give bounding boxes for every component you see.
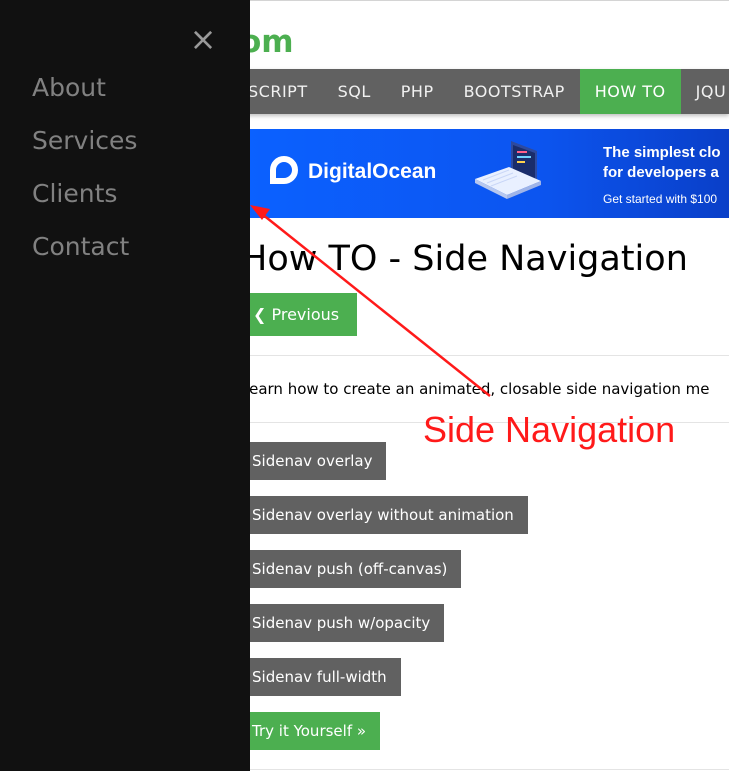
previous-button[interactable]: ❮ Previous — [245, 293, 357, 336]
page: om SCRIPT SQL PHP BOOTSTRAP HOW TO JQU D… — [0, 0, 729, 771]
nav-item-javascript[interactable]: SCRIPT — [240, 69, 323, 114]
ad-banner[interactable]: DigitalOcean The simplest clo for develo… — [248, 129, 729, 218]
sidenav-overlay-no-animation-button[interactable]: Sidenav overlay without animation — [245, 496, 528, 534]
sidenav-full-width-button[interactable]: Sidenav full-width — [245, 658, 401, 696]
top-border — [250, 0, 729, 1]
sidenav-overlay-button[interactable]: Sidenav overlay — [245, 442, 387, 480]
intro-text: Learn how to create an animated, closabl… — [241, 380, 710, 398]
divider — [250, 769, 729, 770]
laptop-illustration-icon — [475, 141, 541, 199]
ad-headline: The simplest clo for developers a — [603, 144, 721, 181]
digitalocean-logo-icon — [270, 156, 298, 184]
sidenav-link-contact[interactable]: Contact — [32, 232, 129, 262]
close-icon[interactable]: × — [188, 23, 218, 55]
sidenav-link-services[interactable]: Services — [32, 126, 137, 156]
sidenav-push-opacity-button[interactable]: Sidenav push w/opacity — [245, 604, 445, 642]
annotation-label: Side Navigation — [423, 409, 676, 450]
nav-item-php[interactable]: PHP — [386, 69, 449, 114]
side-navigation: × About Services Clients Contact — [0, 0, 250, 771]
ad-brand-name: DigitalOcean — [308, 160, 437, 183]
ad-subline: Get started with $100 — [603, 192, 718, 206]
divider — [250, 355, 729, 356]
sidenav-link-clients[interactable]: Clients — [32, 179, 117, 209]
page-title: How TO - Side Navigation — [241, 239, 688, 279]
try-it-yourself-button[interactable]: Try it Yourself » — [245, 712, 381, 750]
nav-item-bootstrap[interactable]: BOOTSTRAP — [449, 69, 580, 114]
nav-item-how-to[interactable]: HOW TO — [579, 69, 681, 114]
nav-item-jquery[interactable]: JQU — [681, 69, 729, 114]
top-navigation: SCRIPT SQL PHP BOOTSTRAP HOW TO JQU — [240, 69, 729, 114]
sidenav-push-button[interactable]: Sidenav push (off-canvas) — [245, 550, 462, 588]
sidenav-link-about[interactable]: About — [32, 73, 106, 103]
nav-item-sql[interactable]: SQL — [323, 69, 386, 114]
